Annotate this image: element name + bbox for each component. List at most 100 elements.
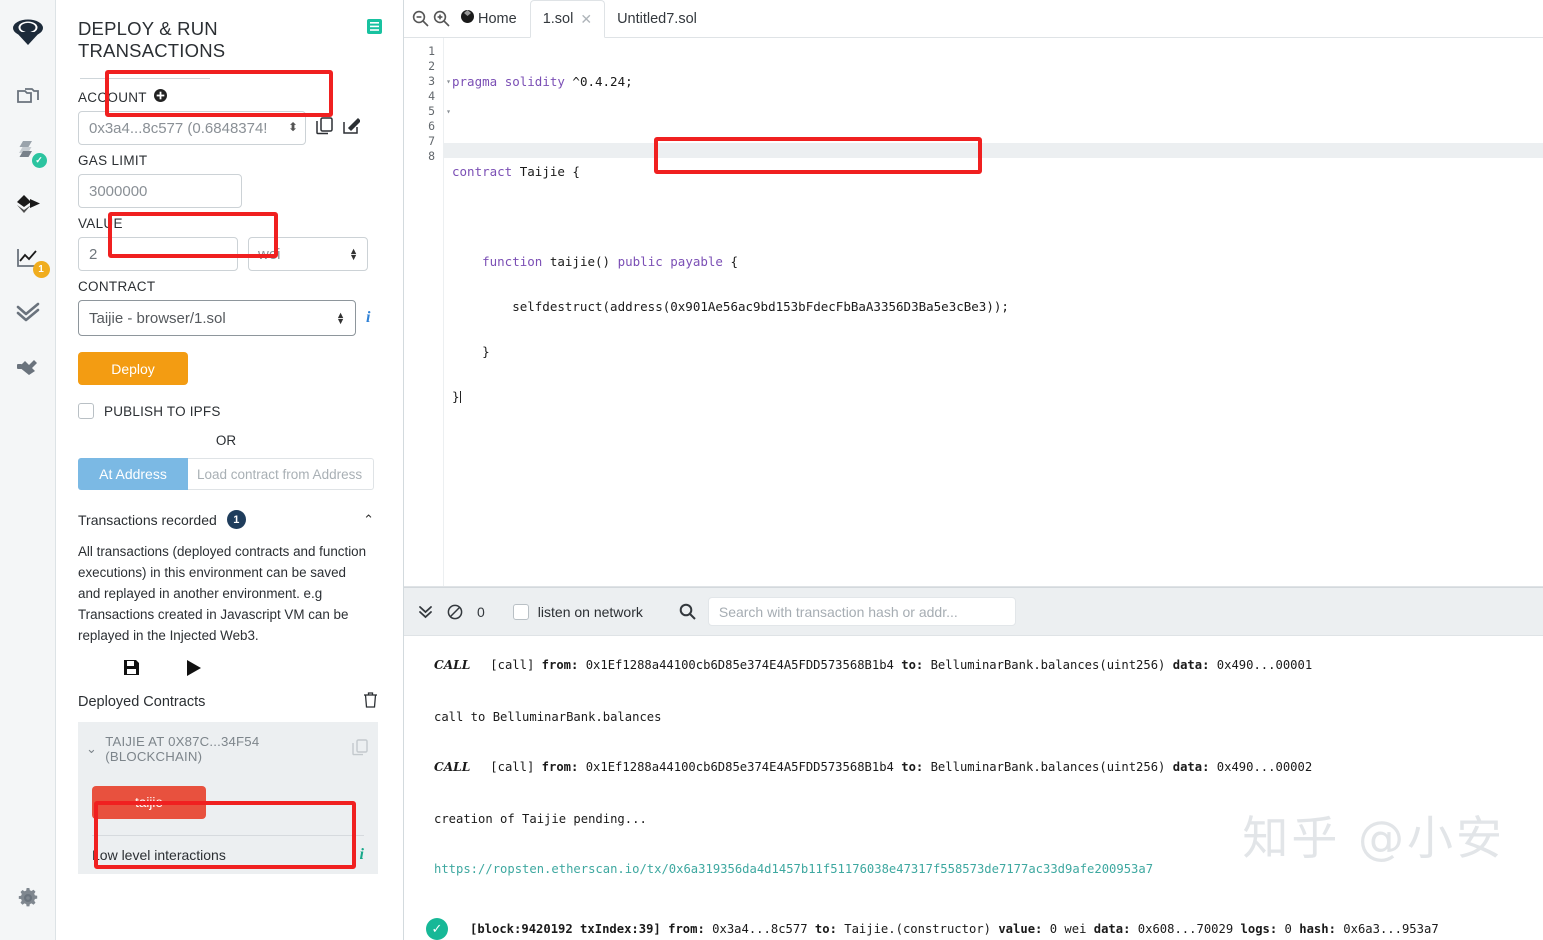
log-to: BelluminarBank.balances(uint256) — [931, 658, 1166, 672]
log-data: 0x608...70029 — [1138, 922, 1233, 936]
terminal-panel: 0 listen on network Search with transact… — [404, 587, 1543, 940]
transactions-recorded-count: 1 — [227, 510, 246, 529]
code-content[interactable]: pragma solidity ^0.4.24; contract Taijie… — [452, 44, 1543, 434]
chevron-down-icon[interactable]: ⌄ — [86, 741, 97, 757]
gas-limit-input[interactable]: 3000000 — [78, 174, 242, 208]
account-label-text: ACCOUNT — [78, 90, 147, 105]
code-line: function taijie() public payable { — [452, 254, 1543, 269]
transactions-recorded-label: Transactions recorded — [78, 512, 217, 528]
value-amount: 2 — [89, 246, 97, 263]
tab-home[interactable]: Home — [454, 0, 530, 38]
terminal-search-row: Search with transaction hash or addr... — [679, 597, 1016, 626]
low-level-info-icon[interactable]: i — [360, 846, 364, 864]
listen-on-network-checkbox[interactable] — [513, 604, 529, 620]
documentation-icon[interactable] — [366, 18, 383, 40]
deployed-contract-title: TAIJIE AT 0X87C...34F54 (BLOCKCHAIN) — [105, 734, 344, 764]
terminal-search-input[interactable]: Search with transaction hash or addr... — [708, 597, 1016, 626]
log-kind: [call] — [490, 658, 534, 672]
value-label: VALUE — [78, 216, 383, 231]
log-to-label: to: — [901, 658, 923, 672]
code-line: } — [452, 344, 1543, 359]
account-select-wrap: 0x3a4...8c577 (0.6848374! ⬍ — [78, 111, 306, 145]
contract-row: Taijie - browser/1.sol ▲▼ i — [78, 300, 383, 336]
log-line-link[interactable]: https://ropsten.etherscan.io/tx/0x6a3193… — [404, 862, 1543, 876]
log-kind: [call] — [490, 760, 534, 774]
remix-logo-icon[interactable] — [8, 12, 48, 52]
chevron-updown-icon: ▲▼ — [349, 248, 358, 260]
deploy-button[interactable]: Deploy — [78, 352, 188, 385]
tab-untitled7-sol[interactable]: Untitled7.sol — [605, 0, 710, 38]
solidity-compiler-icon[interactable]: ✓ — [8, 130, 48, 170]
gas-limit-label: GAS LIMIT — [78, 153, 383, 168]
value-input[interactable]: 2 — [78, 237, 238, 271]
value-unit-select[interactable]: wei ▲▼ — [248, 237, 368, 271]
editor-bottom-border — [404, 586, 1543, 587]
code-line — [452, 119, 1543, 134]
log-from-label: from: — [542, 760, 579, 774]
main-area: Home 1.sol ✕ Untitled7.sol 1 2 3▾ 4 — [404, 0, 1543, 940]
analysis-icon[interactable]: 1 — [8, 238, 48, 278]
analysis-count-badge: 1 — [33, 261, 50, 278]
at-address-placeholder: Load contract from Address — [197, 467, 362, 482]
chevron-up-icon[interactable]: ⌃ — [363, 512, 374, 528]
log-line-call: CALL[call] from: 0x1Ef1288a44100cb6D85e3… — [404, 760, 1543, 774]
compiler-success-badge: ✓ — [32, 153, 47, 168]
contract-value: Taijie - browser/1.sol — [89, 310, 226, 327]
file-explorer-icon[interactable] — [8, 76, 48, 116]
log-line-receipt: ✓ [block:9420192 txIndex:39] from: 0x3a4… — [404, 918, 1543, 940]
account-select[interactable]: 0x3a4...8c577 (0.6848374! — [78, 111, 306, 145]
fold-icon[interactable]: ▾ — [446, 74, 451, 89]
run-transactions-icon[interactable] — [187, 660, 201, 681]
clear-console-icon[interactable] — [447, 604, 463, 620]
value-row: 2 wei ▲▼ — [78, 237, 383, 271]
contract-select[interactable]: Taijie - browser/1.sol ▲▼ — [78, 300, 356, 336]
transactions-recorded-header[interactable]: Transactions recorded 1 ⌃ — [78, 510, 374, 529]
log-value: 0 wei — [1050, 922, 1087, 936]
search-icon[interactable] — [679, 603, 696, 620]
contract-info-icon[interactable]: i — [366, 309, 370, 327]
close-icon[interactable]: ✕ — [580, 11, 592, 28]
log-data-label: data: — [1173, 658, 1210, 672]
zoom-out-icon[interactable] — [412, 10, 429, 27]
fold-icon[interactable]: ▾ — [446, 104, 451, 119]
deployed-contract-card: ⌄ TAIJIE AT 0X87C...34F54 (BLOCKCHAIN) t… — [78, 722, 378, 874]
copy-contract-address-icon[interactable] — [352, 739, 368, 759]
at-address-button[interactable]: At Address — [78, 458, 188, 490]
log-line-plain: creation of Taijie pending... — [404, 812, 1543, 826]
at-address-row: At Address Load contract from Address — [78, 458, 374, 490]
log-to: BelluminarBank.balances(uint256) — [931, 760, 1166, 774]
deployed-contract-header[interactable]: ⌄ TAIJIE AT 0X87C...34F54 (BLOCKCHAIN) — [78, 730, 378, 772]
editor-tabbar: Home 1.sol ✕ Untitled7.sol — [404, 0, 1543, 38]
zoom-in-icon[interactable] — [433, 10, 450, 27]
deploy-run-icon[interactable] — [8, 184, 48, 224]
save-transactions-icon[interactable] — [124, 660, 139, 681]
value-unit-text: wei — [258, 246, 281, 263]
log-line-call: CALL[call] from: 0x1Ef1288a44100cb6D85e3… — [404, 658, 1543, 672]
at-address-input[interactable]: Load contract from Address — [188, 458, 374, 490]
tab-1-sol[interactable]: 1.sol ✕ — [530, 0, 605, 38]
publish-ipfs-checkbox[interactable] — [78, 403, 94, 419]
copy-account-icon[interactable] — [316, 117, 333, 140]
deployed-contracts-label: Deployed Contracts — [78, 694, 205, 710]
listen-on-network-row[interactable]: listen on network — [513, 604, 643, 620]
settings-rail-slot — [0, 878, 56, 932]
sign-message-icon[interactable] — [343, 117, 360, 140]
gear-icon[interactable] — [8, 878, 48, 918]
code-line — [452, 209, 1543, 224]
deployed-contracts-header: Deployed Contracts — [78, 691, 378, 713]
tab-untitled7-label: Untitled7.sol — [617, 11, 697, 27]
code-line: contract Taijie { — [452, 164, 1543, 179]
collapse-terminal-icon[interactable] — [418, 604, 433, 619]
taijie-function-button[interactable]: taijie — [92, 786, 206, 819]
header-divider — [80, 78, 210, 79]
log-line-plain: call to BelluminarBank.balances — [404, 710, 1543, 724]
code-editor[interactable]: 1 2 3▾ 4 5▾ 6 7 8 pragma solidity ^0.4.2… — [404, 38, 1543, 587]
add-account-icon[interactable] — [154, 89, 167, 105]
clear-deployed-contracts-icon[interactable] — [363, 691, 378, 713]
publish-ipfs-row[interactable]: PUBLISH TO IPFS — [78, 403, 383, 419]
testing-icon[interactable] — [8, 292, 48, 332]
deployed-contract-functions: taijie — [78, 772, 378, 831]
plugin-manager-icon[interactable] — [8, 346, 48, 386]
transactions-actions — [124, 660, 383, 681]
log-data-label: data: — [1094, 922, 1131, 936]
